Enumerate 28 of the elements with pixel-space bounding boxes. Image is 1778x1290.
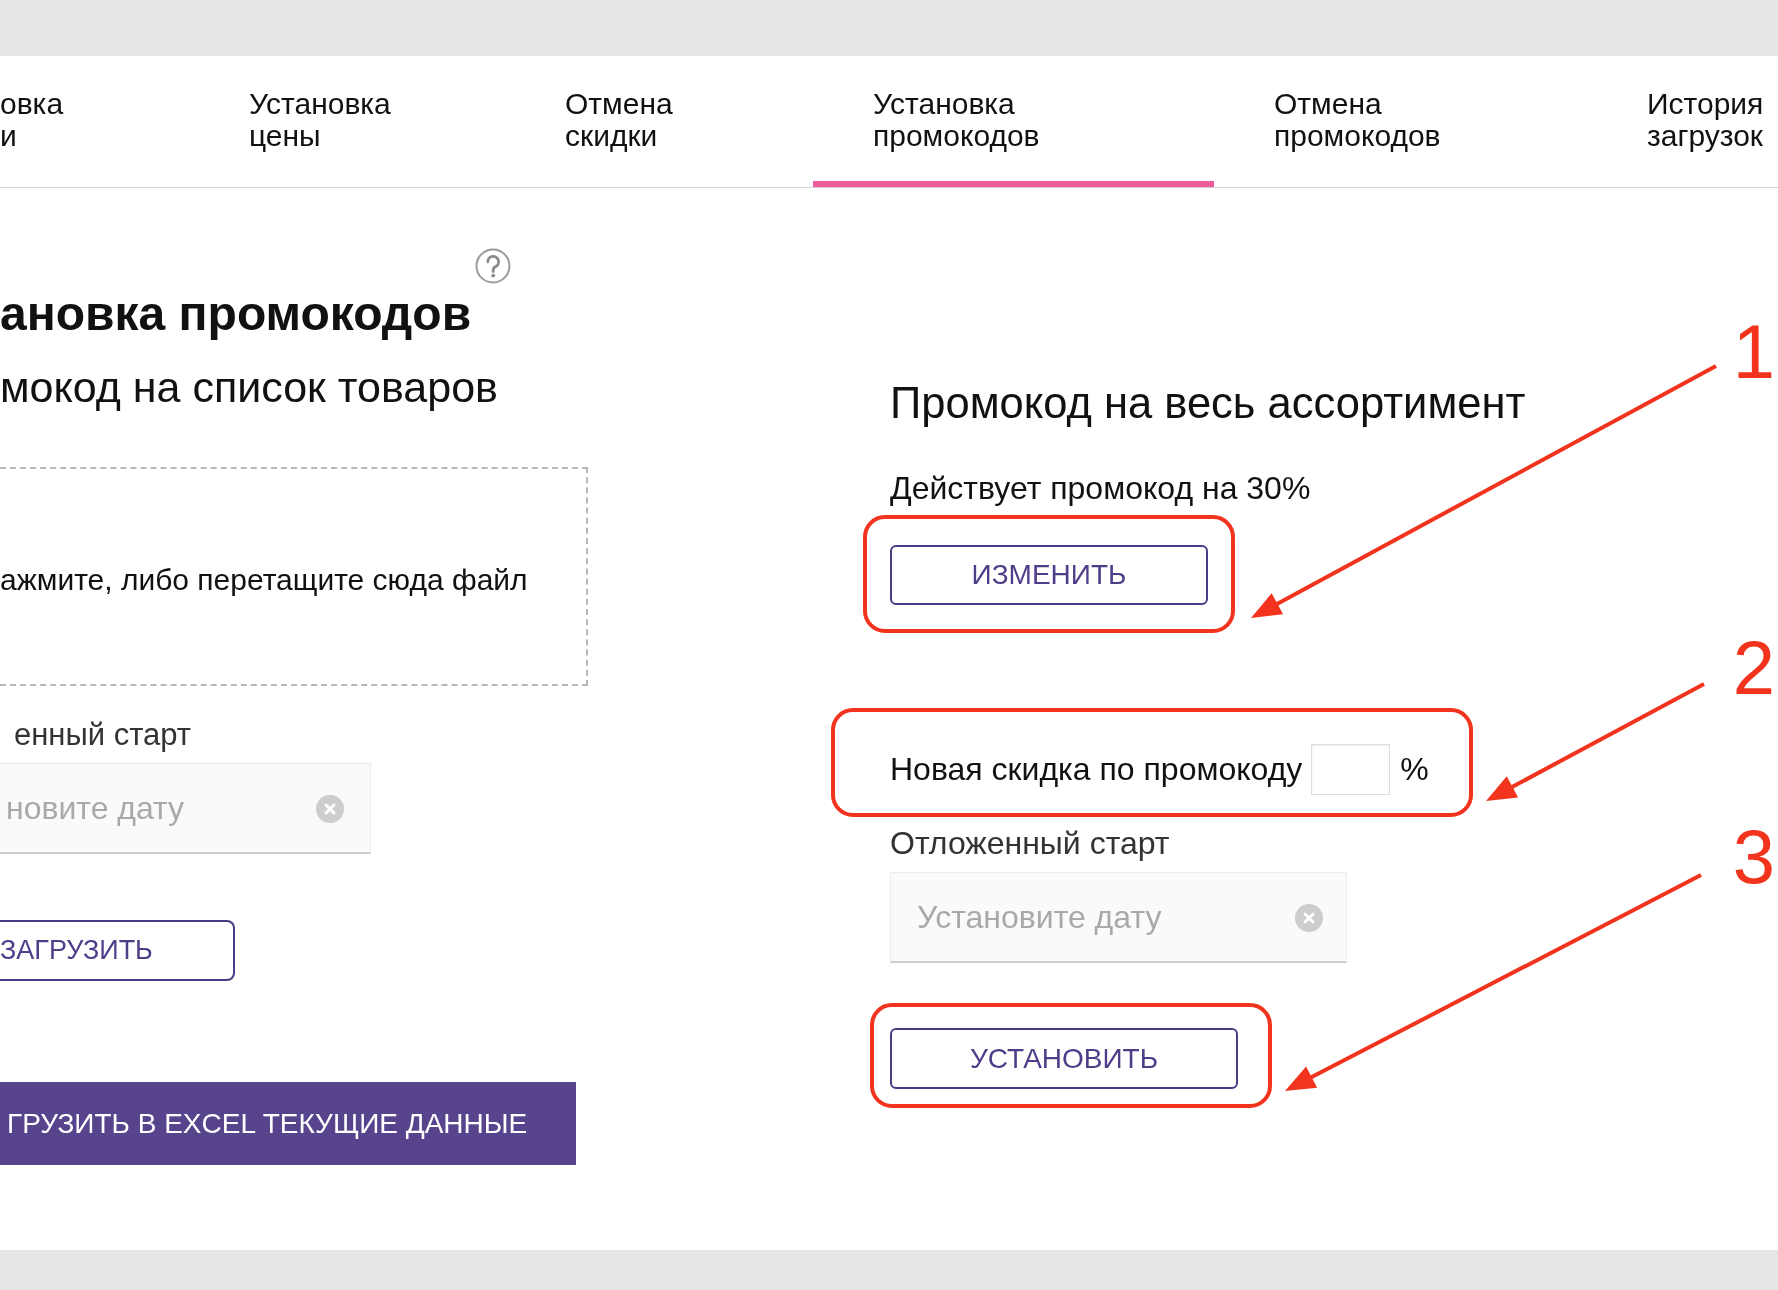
- clear-icon[interactable]: [1295, 904, 1323, 932]
- tab[interactable]: Установка цены: [189, 56, 505, 187]
- discount-input[interactable]: [1311, 744, 1391, 795]
- tab[interactable]: Отмена промокодов: [1214, 56, 1587, 187]
- tab[interactable]: История загрузок: [1587, 56, 1778, 187]
- field-label: Отложенный старт: [890, 825, 1170, 861]
- help-icon[interactable]: [475, 248, 511, 284]
- tab[interactable]: овка и: [0, 56, 189, 187]
- upload-button[interactable]: ЗАГРУЗИТЬ: [0, 920, 235, 981]
- export-button[interactable]: ГРУЗИТЬ В EXCEL ТЕКУЩИЕ ДАННЫЕ: [0, 1082, 576, 1165]
- promo-status-text: Действует промокод на 30%: [890, 470, 1311, 506]
- set-button[interactable]: УСТАНОВИТЬ: [890, 1028, 1238, 1089]
- date-field[interactable]: Установите дату: [890, 872, 1347, 963]
- annotation-number: 2: [1732, 630, 1775, 706]
- change-button[interactable]: ИЗМЕНИТЬ: [890, 545, 1208, 605]
- file-drop-zone[interactable]: ажмите, либо перетащите сюда файл: [0, 467, 588, 686]
- field-label: Новая скидка по промокоду: [890, 751, 1303, 788]
- clear-icon[interactable]: [316, 795, 344, 823]
- page-title: ановка промокодов: [0, 289, 472, 339]
- annotation-number: 3: [1732, 819, 1775, 895]
- date-field[interactable]: новите дату: [0, 763, 371, 854]
- tab[interactable]: Установка промокодов: [813, 56, 1214, 187]
- field-label: енный старт: [13, 717, 192, 753]
- tab[interactable]: Отмена скидки: [505, 56, 813, 187]
- annotation-number: 1: [1732, 314, 1775, 390]
- section-title: Промокод на весь ассортимент: [890, 379, 1526, 427]
- section-title: мокод на список товаров: [0, 363, 498, 411]
- percent-unit: %: [1400, 751, 1429, 788]
